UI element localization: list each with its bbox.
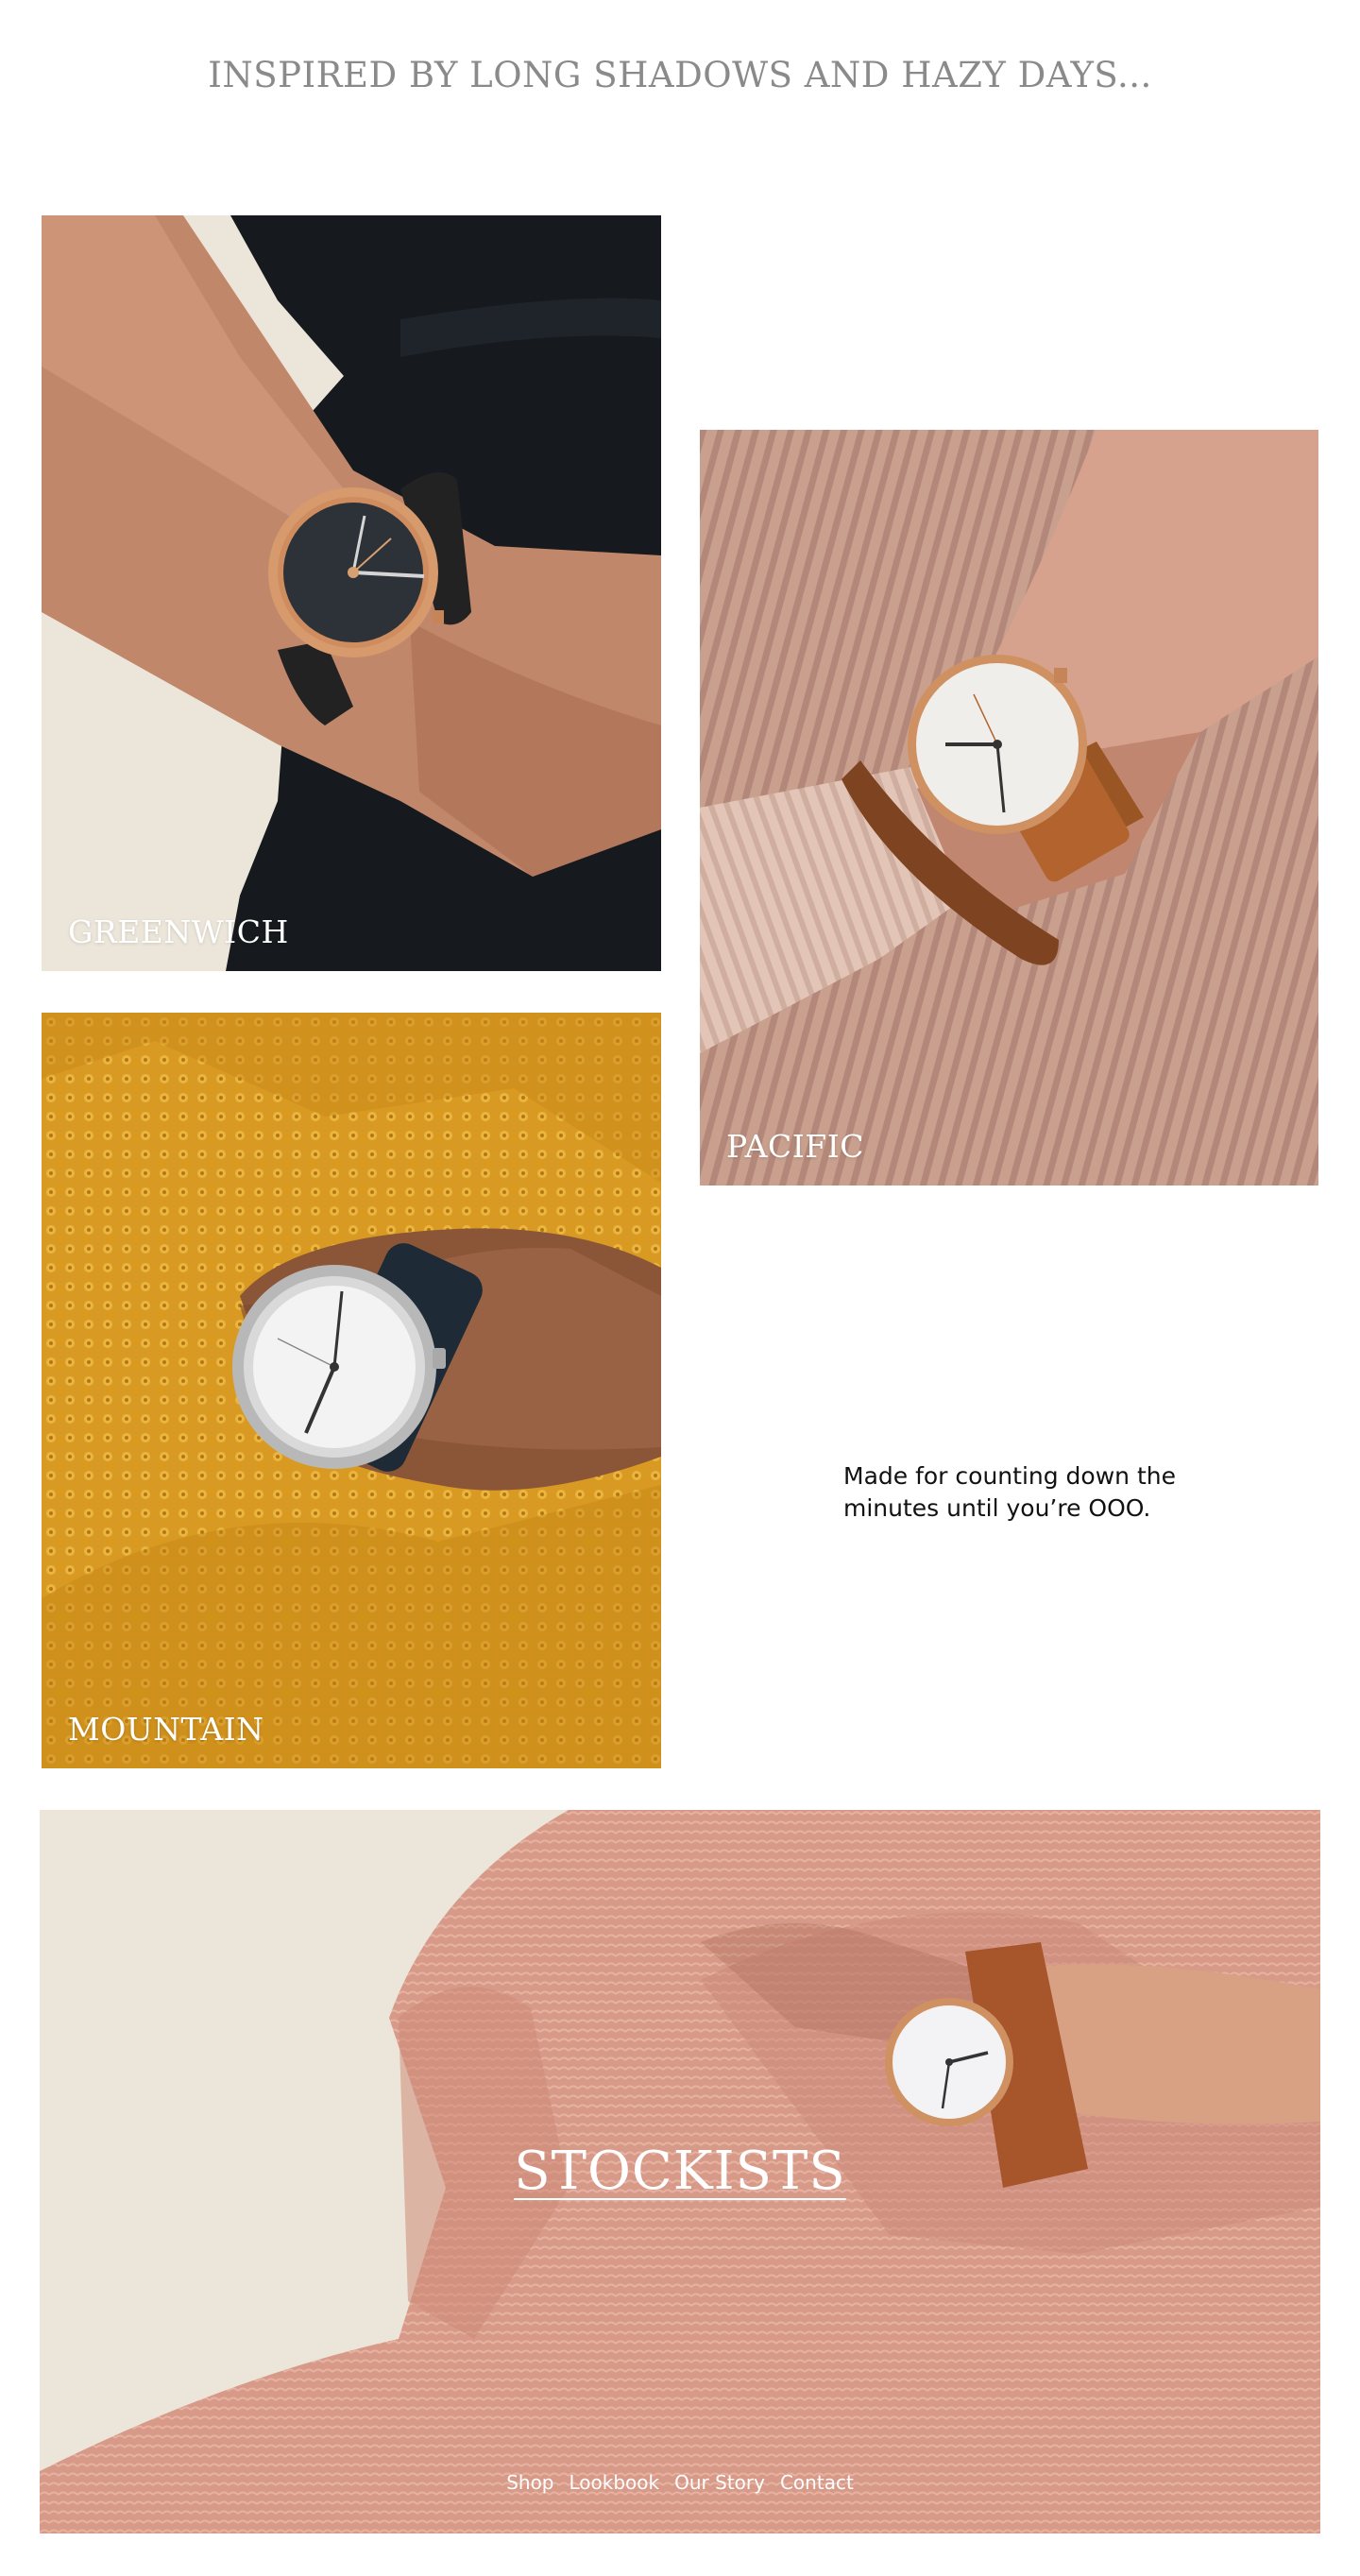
stockists-heading: STOCKISTS <box>40 2141 1320 2202</box>
product-card-greenwich[interactable]: GREENWICH <box>42 215 661 971</box>
tagline-text: Made for counting down the minutes until… <box>843 1462 1176 1522</box>
page-headline: INSPIRED BY LONG SHADOWS AND HAZY DAYS..… <box>208 55 1152 95</box>
footer-link-shop[interactable]: Shop <box>506 2471 553 2494</box>
footer-link-lookbook[interactable]: Lookbook <box>570 2471 660 2494</box>
greenwich-photo <box>42 215 661 971</box>
mountain-label: MOUNTAIN <box>68 1711 264 1748</box>
mountain-photo <box>42 1013 661 1768</box>
product-card-pacific[interactable]: PACIFIC <box>700 430 1318 1186</box>
pacific-photo <box>700 430 1318 1186</box>
greenwich-label: GREENWICH <box>68 913 289 950</box>
stockists-hero: STOCKISTS Shop Lookbook Our Story Contac… <box>40 1810 1320 2533</box>
footer-link-our-story[interactable]: Our Story <box>674 2471 765 2494</box>
pacific-label: PACIFIC <box>726 1128 864 1165</box>
product-card-mountain[interactable]: MOUNTAIN <box>42 1013 661 1768</box>
footer-link-contact[interactable]: Contact <box>780 2471 854 2494</box>
stockists-link[interactable]: STOCKISTS <box>514 2141 846 2202</box>
footer-nav: Shop Lookbook Our Story Contact <box>40 2471 1320 2494</box>
